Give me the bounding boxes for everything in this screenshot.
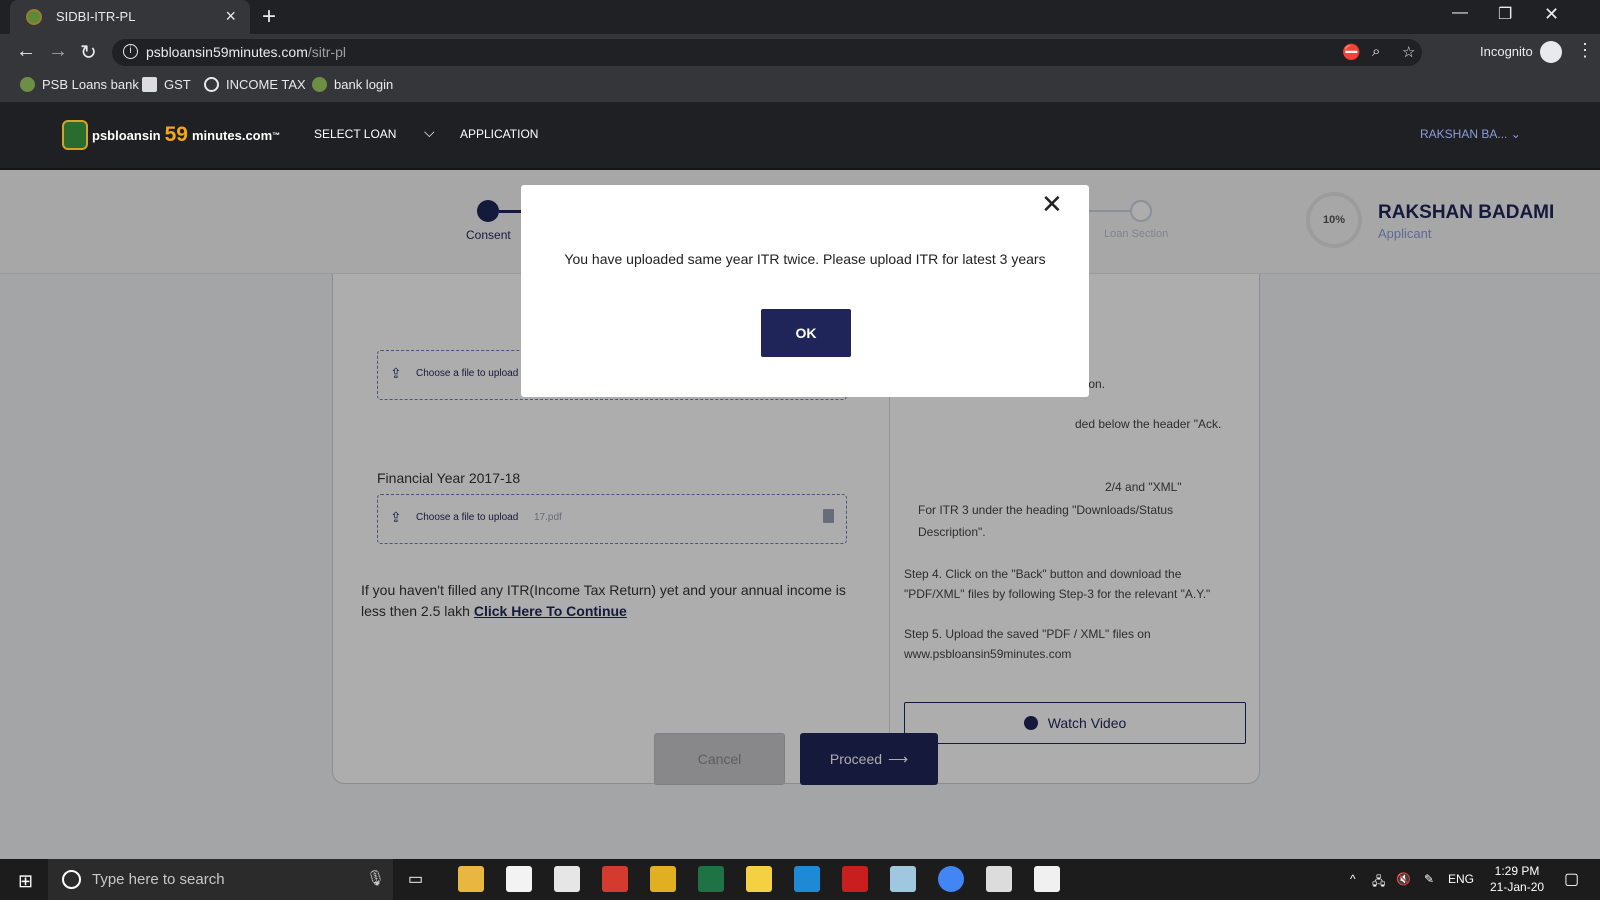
mail-icon[interactable]	[554, 866, 580, 892]
itr-error-dialog: ✕ You have uploaded same year ITR twice.…	[521, 185, 1089, 397]
bookmarks-bar: PSB Loans bank GST INCOME TAX bank login	[0, 70, 1600, 102]
clock-date: 21-Jan-20	[1490, 880, 1545, 894]
restore-icon[interactable]: ❐	[1498, 4, 1512, 24]
url-path: /sitr-pl	[307, 44, 346, 60]
bookmark-label: PSB Loans bank	[42, 77, 139, 92]
cortana-icon	[62, 870, 81, 889]
acrobat-icon[interactable]	[842, 866, 868, 892]
nav-application[interactable]: APPLICATION	[460, 127, 538, 141]
microphone-icon[interactable]: 🎙	[366, 869, 385, 887]
new-tab-icon[interactable]: +	[262, 3, 276, 31]
pen-icon[interactable]: ✎	[1424, 872, 1434, 886]
paint-icon[interactable]	[602, 866, 628, 892]
network-icon[interactable]: 🖧	[1372, 872, 1385, 893]
user-menu[interactable]: RAKSHAN BA... ⌄	[1420, 127, 1521, 141]
site-info-icon[interactable]: i	[123, 44, 138, 59]
forward-icon[interactable]: →	[48, 40, 68, 63]
task-view-icon[interactable]: ▭	[408, 869, 423, 889]
bookmark-psb-loans[interactable]: PSB Loans bank	[20, 77, 139, 92]
document-icon[interactable]	[1034, 866, 1060, 892]
bookmark-favicon-icon	[312, 77, 327, 92]
excel-icon[interactable]	[698, 866, 724, 892]
dialog-message: You have uploaded same year ITR twice. P…	[564, 251, 1046, 267]
reload-icon[interactable]: ↻	[80, 40, 97, 65]
bookmark-label: GST	[164, 77, 191, 92]
incognito-icon[interactable]	[1540, 41, 1562, 63]
blocked-icon[interactable]: ⛔	[1342, 43, 1361, 61]
user-menu-label: RAKSHAN BA...	[1420, 127, 1508, 141]
close-tab-icon[interactable]: ×	[225, 6, 236, 27]
site-header: psbloansin 59 minutes.com ™ SELECT LOAN …	[0, 102, 1600, 170]
chrome-icon[interactable]	[938, 866, 964, 892]
language-indicator[interactable]: ENG	[1448, 872, 1474, 886]
bookmark-bank-login[interactable]: bank login	[312, 77, 393, 92]
search-placeholder: Type here to search	[92, 871, 225, 888]
bookmark-favicon-icon	[20, 77, 35, 92]
volume-muted-icon[interactable]: 🔇	[1396, 872, 1411, 886]
show-hidden-icons-icon[interactable]: ^	[1350, 872, 1356, 886]
bookmark-favicon-icon	[142, 77, 157, 92]
back-icon[interactable]: ←	[16, 40, 36, 63]
chevron-down-icon: ⌄	[1510, 127, 1521, 141]
sticky-notes-icon[interactable]	[746, 866, 772, 892]
nav-select-loan[interactable]: SELECT LOAN	[314, 127, 396, 141]
logo-prefix: psbloansin	[92, 127, 161, 143]
address-bar[interactable]: i psbloansin59minutes.com/sitr-pl ⛔ ⌕ ☆	[112, 39, 1422, 66]
notifications-icon[interactable]: ▢	[1564, 869, 1579, 889]
store-icon[interactable]	[506, 866, 532, 892]
zoom-icon[interactable]: ⌕	[1372, 43, 1380, 60]
logo-suffix: minutes.com	[191, 127, 273, 143]
ok-button[interactable]: OK	[761, 309, 851, 357]
star-icon[interactable]: ☆	[1402, 43, 1415, 61]
window-close-icon[interactable]: ✕	[1544, 4, 1559, 25]
windows-taskbar: ⊞ Type here to search 🎙 ▭ ^ 🖧 🔇 ✎ ENG 1:…	[0, 859, 1600, 900]
notepad-icon[interactable]	[890, 866, 916, 892]
close-icon[interactable]: ✕	[1041, 189, 1063, 220]
file-explorer-icon[interactable]	[458, 866, 484, 892]
taskbar-search[interactable]: Type here to search 🎙	[48, 859, 393, 900]
browser-menu-icon[interactable]: ⋮	[1576, 40, 1594, 61]
browser-toolbar: ← → ↻ i psbloansin59minutes.com/sitr-pl …	[0, 34, 1600, 70]
chevron-down-icon[interactable]: ⌵	[424, 124, 435, 141]
logo-tm: ™	[272, 130, 281, 140]
internet-explorer-icon[interactable]	[794, 866, 820, 892]
url-host: psbloansin59minutes.com	[146, 44, 308, 60]
bookmark-label: INCOME TAX	[226, 77, 306, 92]
lock-app-icon[interactable]	[650, 866, 676, 892]
system-clock[interactable]: 1:29 PM 21-Jan-20	[1490, 863, 1544, 895]
minimize-icon[interactable]: —	[1452, 4, 1468, 22]
bookmark-favicon-icon	[204, 77, 219, 92]
clock-time: 1:29 PM	[1494, 864, 1540, 878]
browser-tab-strip: SIDBI-ITR-PL × + — ❐ ✕	[0, 0, 1600, 34]
windows-start-icon[interactable]: ⊞	[18, 871, 33, 892]
url-text: psbloansin59minutes.com/sitr-pl	[146, 44, 346, 60]
logo-number: 59	[164, 123, 188, 146]
calculator-icon[interactable]	[986, 866, 1012, 892]
bookmark-income-tax[interactable]: INCOME TAX	[204, 77, 306, 92]
incognito-label: Incognito	[1480, 44, 1533, 59]
tab-title: SIDBI-ITR-PL	[56, 9, 136, 24]
site-logo[interactable]: psbloansin 59 minutes.com ™	[62, 120, 280, 150]
bookmark-label: bank login	[334, 77, 394, 92]
logo-badge-icon	[62, 120, 88, 150]
site-favicon-icon	[26, 9, 42, 25]
browser-tab[interactable]: SIDBI-ITR-PL ×	[10, 0, 250, 34]
bookmark-gst[interactable]: GST	[142, 77, 191, 92]
